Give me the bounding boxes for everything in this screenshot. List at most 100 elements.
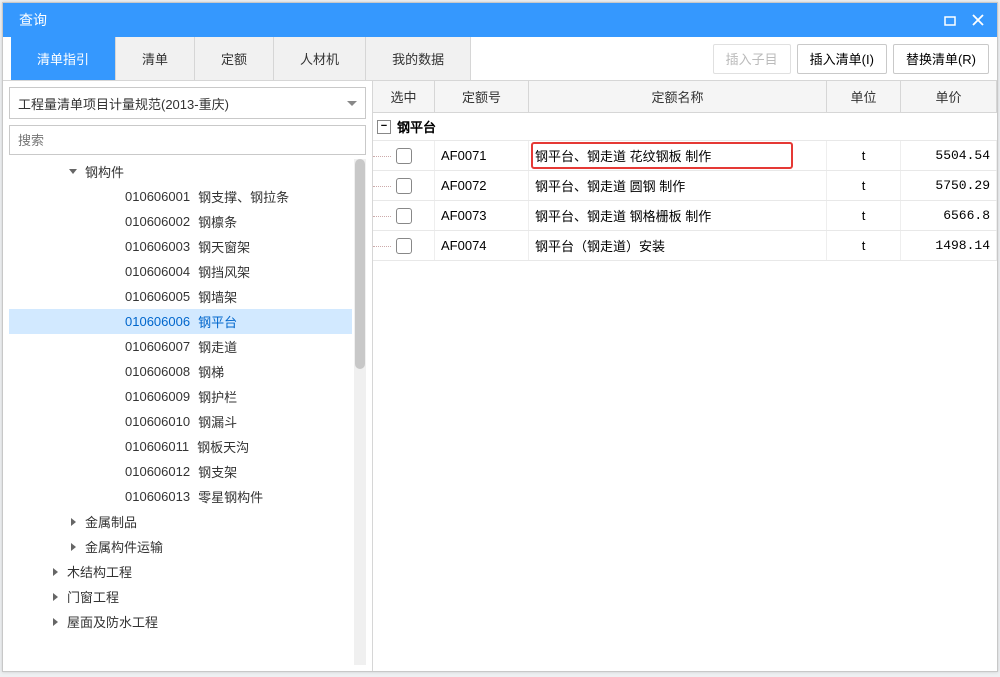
tree-node-code: 010606005	[125, 289, 190, 304]
row-checkbox[interactable]	[396, 178, 412, 194]
tree-node[interactable]: 屋面及防水工程	[9, 609, 352, 634]
insert-sub-button: 插入子目	[713, 44, 791, 74]
tree-node-label: 金属制品	[85, 512, 137, 531]
tree-node-label: 金属构件运输	[85, 537, 163, 556]
spec-dropdown[interactable]: 工程量清单项目计量规范(2013-重庆)	[9, 87, 366, 119]
group-collapse-icon[interactable]: −	[377, 120, 391, 134]
tree-node[interactable]: 010606008 钢梯	[9, 359, 352, 384]
table-row[interactable]: AF0072钢平台、钢走道 圆钢 制作t5750.29	[373, 171, 997, 201]
cell-name: 钢平台、钢走道 圆钢 制作	[529, 171, 827, 200]
cell-select	[373, 201, 435, 230]
tree-node-label: 钢墙架	[198, 287, 237, 306]
table-row[interactable]: AF0074钢平台（钢走道）安装t1498.14	[373, 231, 997, 261]
cell-price: 1498.14	[901, 231, 997, 260]
tree-node-label: 钢漏斗	[198, 412, 237, 431]
tree-node[interactable]: 010606001钢支撑、钢拉条	[9, 184, 352, 209]
cell-unit: t	[827, 171, 901, 200]
tree-node[interactable]: 010606009钢护栏	[9, 384, 352, 409]
tree-node[interactable]: 金属制品	[9, 509, 352, 534]
tab-bar: 清单指引 清单 定额 人材机 我的数据	[11, 37, 471, 80]
tree-node-label: 钢平台	[198, 312, 237, 331]
tree-node[interactable]: 010606006 钢平台	[9, 309, 352, 334]
col-select: 选中	[373, 81, 435, 112]
cell-unit: t	[827, 201, 901, 230]
tree-node-label: 钢构件	[85, 162, 124, 181]
tree-node[interactable]: 010606012钢支架	[9, 459, 352, 484]
tab-mydata[interactable]: 我的数据	[366, 37, 471, 80]
row-checkbox[interactable]	[396, 148, 412, 164]
tree-leaf-icon	[107, 316, 119, 328]
tree-node-code: 010606009	[125, 389, 190, 404]
tree-leaf-icon	[107, 441, 119, 453]
cell-code: AF0072	[435, 171, 529, 200]
tree-leaf-icon	[107, 466, 119, 478]
row-checkbox[interactable]	[396, 208, 412, 224]
left-pane: 工程量清单项目计量规范(2013-重庆) 钢构件 010606001钢支撑、钢拉条…	[3, 81, 373, 671]
tree-node[interactable]: 010606010钢漏斗	[9, 409, 352, 434]
tab-bill[interactable]: 清单	[116, 37, 195, 80]
cell-unit: t	[827, 231, 901, 260]
tree: 钢构件 010606001钢支撑、钢拉条010606002钢檩条010606003…	[9, 159, 366, 665]
tree-scroll-thumb[interactable]	[355, 159, 365, 369]
group-row[interactable]: − 钢平台	[373, 113, 997, 141]
tree-leaf-icon	[107, 216, 119, 228]
row-checkbox[interactable]	[396, 238, 412, 254]
tree-node[interactable]: 木结构工程	[9, 559, 352, 584]
tree-leaf-icon	[107, 491, 119, 503]
chevron-right-icon[interactable]	[67, 516, 79, 528]
cell-select	[373, 231, 435, 260]
maximize-icon[interactable]	[941, 11, 959, 29]
tree-node[interactable]: 010606011 钢板天沟	[9, 434, 352, 459]
tree-node[interactable]: 010606002钢檩条	[9, 209, 352, 234]
chevron-down-icon	[347, 101, 357, 106]
tree-node[interactable]: 010606007钢走道	[9, 334, 352, 359]
col-price: 单价	[901, 81, 997, 112]
chevron-right-icon[interactable]	[49, 566, 61, 578]
tree-node-code: 010606004	[125, 264, 190, 279]
chevron-down-icon[interactable]	[67, 166, 79, 178]
tab-materials[interactable]: 人材机	[274, 37, 366, 80]
cell-name: 钢平台、钢走道 花纹钢板 制作	[529, 141, 827, 170]
cell-select	[373, 171, 435, 200]
cell-name: 钢平台（钢走道）安装	[529, 231, 827, 260]
grid-header: 选中 定额号 定额名称 单位 单价	[373, 81, 997, 113]
tree-node[interactable]: 010606013零星钢构件	[9, 484, 352, 509]
titlebar: 查询	[3, 3, 997, 37]
tree-node-label: 钢梯	[198, 362, 224, 381]
tree-leaf-icon	[107, 191, 119, 203]
tab-bill-index[interactable]: 清单指引	[11, 37, 116, 80]
cell-unit: t	[827, 141, 901, 170]
tree-node-label: 钢天窗架	[198, 237, 250, 256]
tree-node[interactable]: 010606005 钢墙架	[9, 284, 352, 309]
window-title: 查询	[13, 10, 931, 30]
cell-name: 钢平台、钢走道 钢格栅板 制作	[529, 201, 827, 230]
chevron-right-icon[interactable]	[49, 616, 61, 628]
tree-node-code: 010606006	[125, 314, 190, 329]
tree-node-code: 010606011	[125, 439, 189, 454]
close-icon[interactable]	[969, 11, 987, 29]
cell-select	[373, 141, 435, 170]
tree-node[interactable]: 010606003钢天窗架	[9, 234, 352, 259]
tree-node[interactable]: 门窗工程	[9, 584, 352, 609]
col-unit: 单位	[827, 81, 901, 112]
tree-scrollbar[interactable]	[354, 159, 366, 665]
tree-leaf-icon	[107, 366, 119, 378]
right-pane: 选中 定额号 定额名称 单位 单价 − 钢平台 AF0071钢平台、钢走道 花纹…	[373, 81, 997, 671]
tree-node-code: 010606008	[125, 364, 190, 379]
tree-node[interactable]: 金属构件运输	[9, 534, 352, 559]
tree-node-label: 钢板天沟	[197, 437, 249, 456]
chevron-right-icon[interactable]	[49, 591, 61, 603]
table-row[interactable]: AF0073钢平台、钢走道 钢格栅板 制作t6566.8	[373, 201, 997, 231]
tab-quota[interactable]: 定额	[195, 37, 274, 80]
chevron-right-icon[interactable]	[67, 541, 79, 553]
query-window: 查询 清单指引 清单 定额 人材机 我的数据 插入子目 插入清单(I) 替换清单…	[2, 2, 998, 672]
tree-leaf-icon	[107, 391, 119, 403]
insert-list-button[interactable]: 插入清单(I)	[797, 44, 887, 74]
search-input[interactable]	[9, 125, 366, 155]
table-row[interactable]: AF0071钢平台、钢走道 花纹钢板 制作t5504.54	[373, 141, 997, 171]
replace-list-button[interactable]: 替换清单(R)	[893, 44, 989, 74]
spec-dropdown-label: 工程量清单项目计量规范(2013-重庆)	[18, 94, 229, 113]
cell-code: AF0074	[435, 231, 529, 260]
tree-node[interactable]: 010606004钢挡风架	[9, 259, 352, 284]
tree-node[interactable]: 钢构件	[9, 159, 352, 184]
